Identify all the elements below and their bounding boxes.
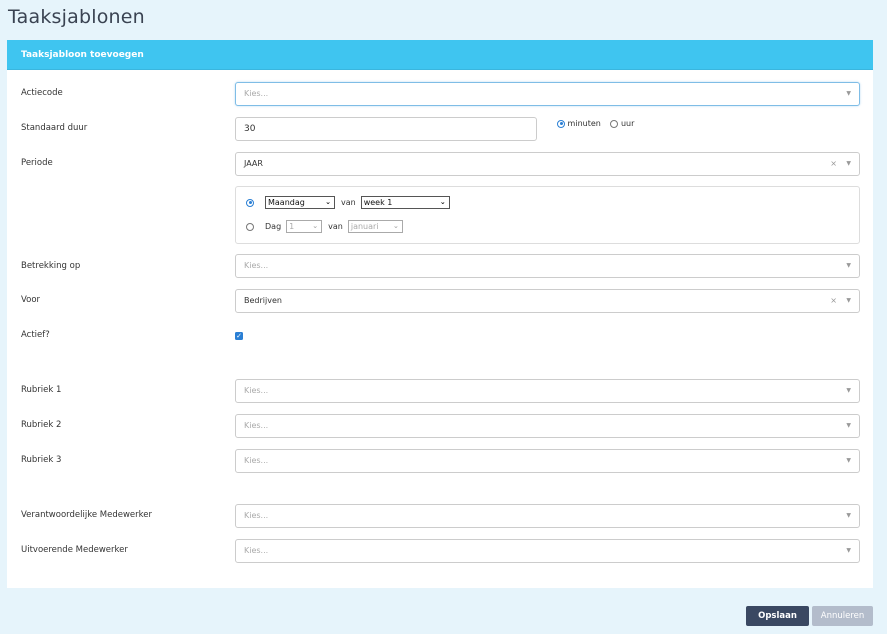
betrekking-op-label: Betrekking op bbox=[21, 261, 81, 271]
chevron-down-icon: ▼ bbox=[846, 297, 851, 304]
actief-checkbox[interactable]: ✓ bbox=[235, 332, 243, 340]
month-select[interactable]: januari ⌄ bbox=[347, 220, 403, 233]
verantwoordelijke-select[interactable]: Kies... ▼ bbox=[235, 504, 860, 528]
actiecode-placeholder: Kies... bbox=[244, 89, 269, 98]
chevron-down-icon: ▼ bbox=[846, 512, 851, 519]
day-number-select[interactable]: 1 ⌄ bbox=[286, 220, 323, 233]
form-panel: Taaksjabloon toevoegen Actiecode Kies...… bbox=[7, 40, 873, 588]
weekday-radio[interactable] bbox=[246, 198, 254, 207]
day-radio[interactable] bbox=[246, 222, 254, 231]
actiecode-select[interactable]: Kies... ▼ bbox=[235, 82, 860, 106]
month-select-value: januari bbox=[350, 222, 379, 231]
voor-value: Bedrijven bbox=[244, 296, 282, 305]
day-number-value: 1 bbox=[289, 222, 295, 231]
chevron-down-icon: ⌄ bbox=[439, 198, 446, 206]
chevron-down-icon: ▼ bbox=[846, 262, 851, 269]
period-options-box: Maandag ⌄ van week 1 ⌄ Dag 1 ⌄ van janua… bbox=[235, 186, 860, 244]
cancel-button[interactable]: Annuleren bbox=[812, 606, 873, 626]
uitvoerende-placeholder: Kies... bbox=[244, 546, 269, 555]
actiecode-label: Actiecode bbox=[21, 88, 63, 98]
rubriek3-select[interactable]: Kies... ▼ bbox=[235, 449, 860, 473]
voor-label: Voor bbox=[21, 295, 41, 305]
chevron-down-icon: ⌄ bbox=[325, 198, 331, 206]
chevron-down-icon: ⌄ bbox=[312, 222, 319, 230]
voor-select[interactable]: Bedrijven × ▼ bbox=[235, 289, 860, 313]
chevron-down-icon: ▼ bbox=[846, 457, 851, 464]
dag-label: Dag bbox=[265, 222, 282, 231]
rubriek1-placeholder: Kies... bbox=[244, 386, 269, 395]
period-row-day: Dag 1 ⌄ van januari ⌄ bbox=[246, 220, 403, 233]
chevron-down-icon: ▼ bbox=[846, 422, 851, 429]
duration-unit-group: minuten uur bbox=[557, 119, 634, 128]
periode-label: Periode bbox=[21, 158, 53, 168]
chevron-down-icon: ⌄ bbox=[392, 222, 399, 230]
rubriek1-select[interactable]: Kies... ▼ bbox=[235, 379, 860, 403]
minutes-label: minuten bbox=[567, 119, 601, 128]
panel-header: Taaksjabloon toevoegen bbox=[7, 40, 873, 70]
betrekking-op-select[interactable]: Kies... ▼ bbox=[235, 254, 860, 278]
periode-select[interactable]: JAAR × ▼ bbox=[235, 152, 860, 176]
week-select-value: week 1 bbox=[363, 198, 393, 207]
save-button[interactable]: Opslaan bbox=[746, 606, 809, 626]
clear-icon[interactable]: × bbox=[830, 153, 837, 175]
rubriek2-select[interactable]: Kies... ▼ bbox=[235, 414, 860, 438]
hours-radio[interactable] bbox=[610, 119, 619, 128]
weekday-select[interactable]: Maandag ⌄ bbox=[265, 196, 335, 209]
week-select[interactable]: week 1 ⌄ bbox=[360, 196, 450, 209]
rubriek3-placeholder: Kies... bbox=[244, 456, 269, 465]
minutes-radio[interactable] bbox=[557, 119, 565, 128]
rubriek2-label: Rubriek 2 bbox=[21, 420, 62, 430]
chevron-down-icon: ▼ bbox=[846, 387, 851, 394]
chevron-down-icon: ▼ bbox=[846, 160, 851, 167]
rubriek1-label: Rubriek 1 bbox=[21, 385, 62, 395]
checkmark-icon: ✓ bbox=[236, 332, 242, 340]
rubriek2-placeholder: Kies... bbox=[244, 421, 269, 430]
hours-label: uur bbox=[620, 119, 635, 128]
periode-value: JAAR bbox=[244, 159, 263, 168]
page-title: Taaksjablonen bbox=[8, 6, 145, 28]
van-label-2: van bbox=[328, 222, 343, 231]
period-row-weekday: Maandag ⌄ van week 1 ⌄ bbox=[246, 196, 450, 209]
clear-icon[interactable]: × bbox=[830, 290, 837, 312]
van-label-1: van bbox=[341, 198, 356, 207]
uitvoerende-label: Uitvoerende Medewerker bbox=[21, 545, 128, 555]
verantwoordelijke-label: Verantwoordelijke Medewerker bbox=[21, 510, 152, 520]
chevron-down-icon: ▼ bbox=[846, 90, 851, 97]
standaard-duur-input[interactable]: 30 bbox=[235, 117, 537, 141]
verantwoordelijke-placeholder: Kies... bbox=[244, 511, 269, 520]
betrekking-op-placeholder: Kies... bbox=[244, 261, 269, 270]
standaard-duur-label: Standaard duur bbox=[21, 123, 88, 133]
actief-label: Actief? bbox=[21, 330, 50, 340]
weekday-select-value: Maandag bbox=[268, 198, 305, 207]
chevron-down-icon: ▼ bbox=[846, 547, 851, 554]
rubriek3-label: Rubriek 3 bbox=[21, 455, 62, 465]
uitvoerende-select[interactable]: Kies... ▼ bbox=[235, 539, 860, 563]
